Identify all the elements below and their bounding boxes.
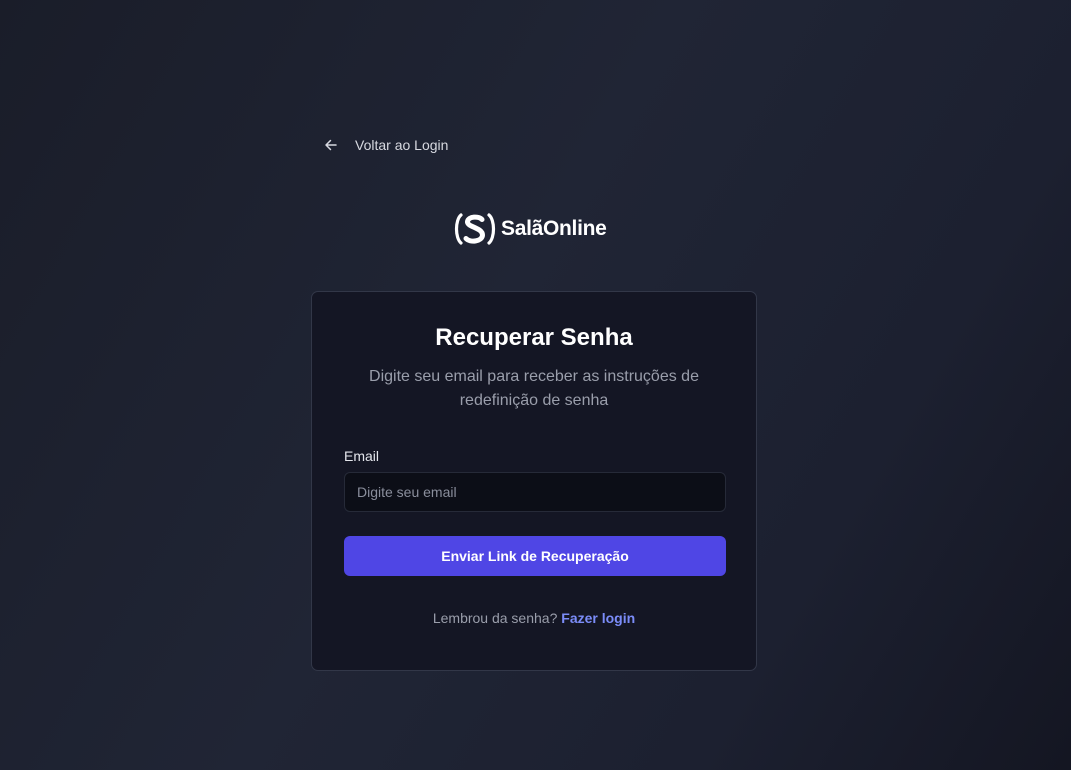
login-prompt: Lembrou da senha? Fazer login [312, 610, 756, 626]
card-title: Recuperar Senha [435, 324, 633, 351]
back-link-label: Voltar ao Login [355, 137, 449, 153]
login-prompt-text: Lembrou da senha? [432, 610, 558, 626]
logo-wordmark: SalãOnline [501, 217, 607, 240]
recovery-card: Recuperar Senha Digite seu email para re… [311, 291, 757, 671]
send-recovery-link-button[interactable]: Enviar Link de Recuperação [344, 536, 726, 576]
arrow-left-icon [322, 136, 340, 154]
back-to-login-link[interactable]: Voltar ao Login [322, 134, 448, 156]
login-link[interactable]: Fazer login [561, 610, 635, 626]
salaonline-logo-icon [452, 210, 498, 248]
email-label: Email [344, 448, 380, 464]
card-subtitle: Digite seu email para receber as instruç… [369, 368, 699, 409]
email-input[interactable] [344, 472, 726, 512]
brand-logo: SalãOnline [452, 210, 607, 248]
